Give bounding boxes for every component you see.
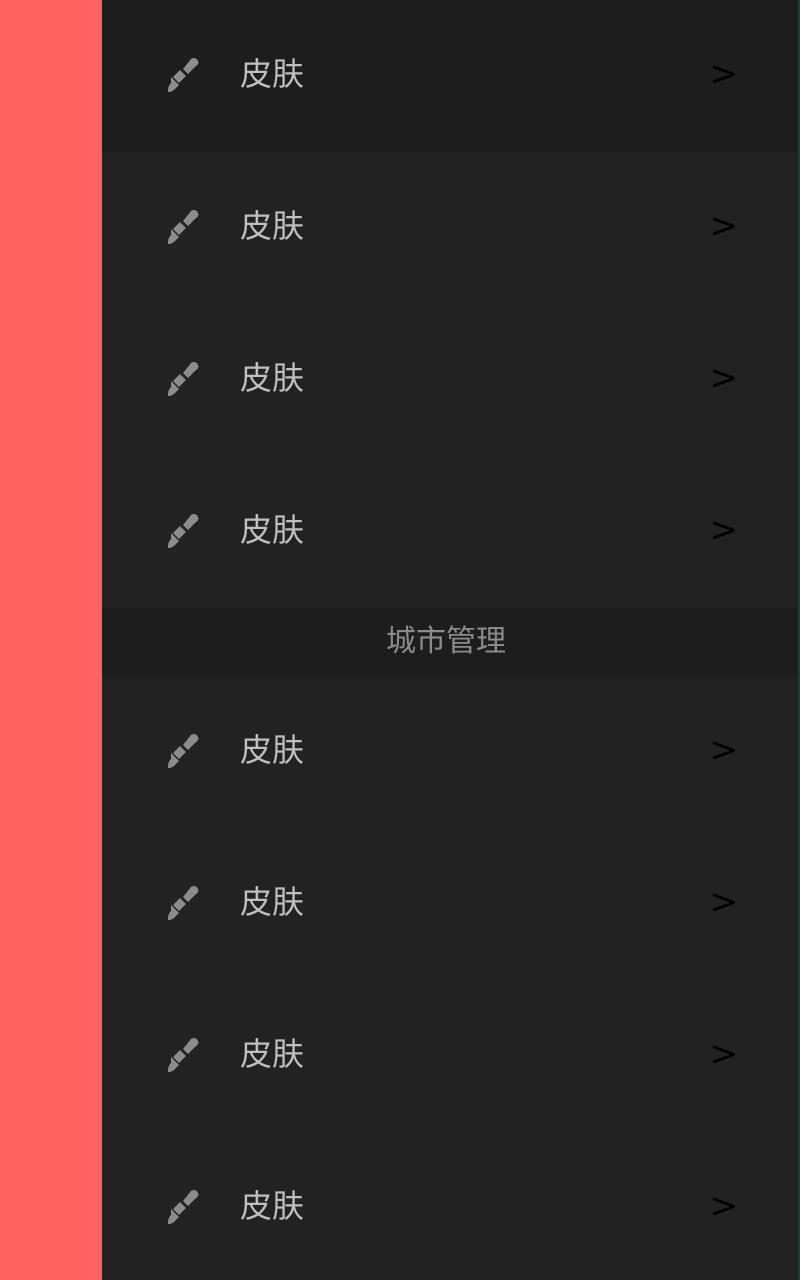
background-content-panel[interactable] — [0, 0, 102, 1280]
menu-item-skin[interactable]: 皮肤 > — [102, 456, 798, 608]
brush-icon — [162, 512, 204, 554]
chevron-right-icon: > — [709, 1034, 739, 1074]
menu-item-label: 皮肤 — [240, 1187, 305, 1225]
brush-icon — [162, 732, 204, 774]
chevron-right-icon: > — [709, 510, 739, 550]
menu-item-label: 皮肤 — [240, 55, 305, 93]
section-header: 城市管理 — [102, 608, 798, 676]
menu-item-skin[interactable]: 皮肤 > — [102, 0, 798, 152]
menu-item-skin[interactable]: 皮肤 > — [102, 152, 798, 304]
menu-item-label: 皮肤 — [240, 207, 305, 245]
menu-item-label: 皮肤 — [240, 511, 305, 549]
chevron-right-icon: > — [709, 358, 739, 398]
menu-item-skin[interactable]: 皮肤 > — [102, 1132, 798, 1280]
menu-item-label: 皮肤 — [240, 883, 305, 921]
menu-item-label: 皮肤 — [240, 731, 305, 769]
brush-icon — [162, 360, 204, 402]
menu-item-skin[interactable]: 皮肤 > — [102, 304, 798, 456]
section-title: 城市管理 — [386, 624, 506, 659]
menu-item-skin[interactable]: 皮肤 > — [102, 980, 798, 1132]
chevron-right-icon: > — [709, 882, 739, 922]
brush-icon — [162, 208, 204, 250]
menu-item-skin[interactable]: 皮肤 > — [102, 676, 798, 828]
menu-item-label: 皮肤 — [240, 359, 305, 397]
chevron-right-icon: > — [709, 730, 739, 770]
chevron-right-icon: > — [709, 1186, 739, 1226]
brush-icon — [162, 56, 204, 98]
chevron-right-icon: > — [709, 54, 739, 94]
app-screen: 皮肤 > 皮肤 > 皮肤 > 皮肤 > 城市管理 皮肤 > 皮肤 > 皮肤 > … — [0, 0, 800, 1280]
navigation-drawer: 皮肤 > 皮肤 > 皮肤 > 皮肤 > 城市管理 皮肤 > 皮肤 > 皮肤 > … — [102, 0, 800, 1280]
menu-item-label: 皮肤 — [240, 1035, 305, 1073]
chevron-right-icon: > — [709, 206, 739, 246]
brush-icon — [162, 1188, 204, 1230]
brush-icon — [162, 884, 204, 926]
menu-item-skin[interactable]: 皮肤 > — [102, 828, 798, 980]
brush-icon — [162, 1036, 204, 1078]
